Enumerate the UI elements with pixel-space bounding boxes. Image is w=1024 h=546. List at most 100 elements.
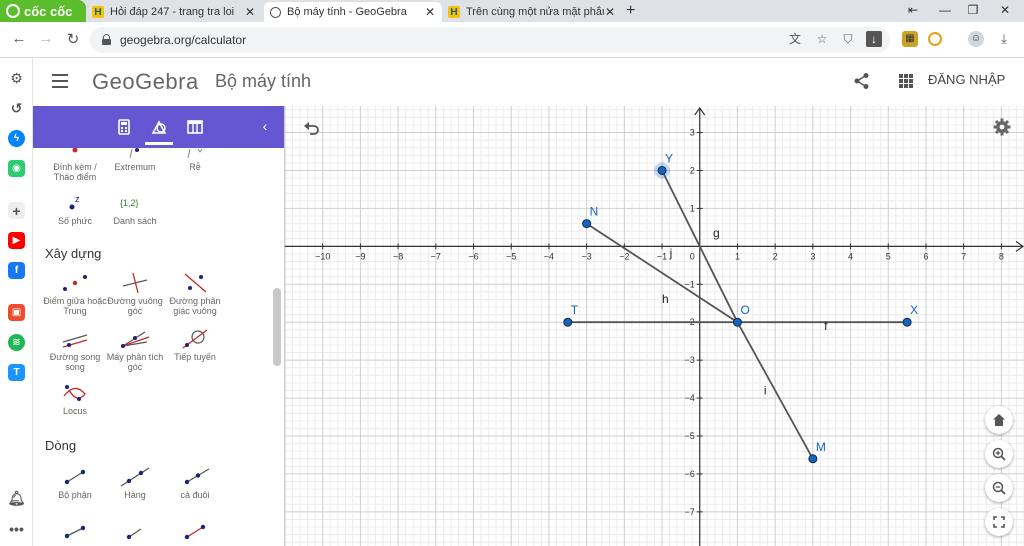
graphics-view[interactable]: −10 −9 −8 −7 −6 −5 −4 −3 −2 −1 1 2 3 4 5 6 7 8 −7 −6 −5 −4 −3−…: [285, 106, 1024, 546]
history-icon[interactable]: ↺: [8, 100, 25, 117]
x-tick-label: 2: [773, 251, 778, 261]
tool-panel-scrollbar[interactable]: [273, 288, 281, 366]
zoom-out-button[interactable]: [985, 474, 1013, 502]
browser-brand[interactable]: cốc cốc: [0, 0, 86, 22]
apps-grid-icon[interactable]: [899, 74, 913, 88]
segment-icon: [64, 469, 86, 485]
facebook-icon[interactable]: f: [8, 262, 25, 279]
download-extension-icon[interactable]: ↓: [866, 31, 882, 47]
point-T: [563, 317, 573, 327]
point-label-O: O: [740, 303, 749, 317]
browser-brand-label: cốc cốc: [24, 3, 73, 19]
tool-perpendicular-bisector[interactable]: Đường phân giác vuông: [163, 272, 227, 316]
spotify-icon[interactable]: ≋: [8, 334, 25, 351]
star-icon[interactable]: ☆: [814, 31, 830, 47]
graph-canvas[interactable]: −10 −9 −8 −7 −6 −5 −4 −3 −2 −1 1 2 3 4 5 6 7 8−7−6−5−4−3−…: [285, 106, 1024, 546]
tool-list-item[interactable]: {1,2} Danh sách: [103, 192, 167, 226]
geometry-tools-icon[interactable]: [150, 118, 168, 136]
back-icon[interactable]: ←: [10, 30, 28, 47]
reload-icon[interactable]: ↻: [64, 30, 82, 48]
zoom-in-button[interactable]: [985, 440, 1013, 468]
tool-parallel-line[interactable]: Đường song song: [43, 328, 107, 372]
tool-vector-from-point[interactable]: [163, 522, 227, 546]
tool-segment[interactable]: Bộ phận: [43, 466, 107, 500]
settings-gear-icon[interactable]: ⚙: [8, 70, 25, 87]
settings-gear-icon[interactable]: [993, 118, 1011, 136]
window-close-icon[interactable]: ✕: [996, 3, 1014, 17]
segment-label-i: i: [764, 383, 767, 397]
angle-bisector-icon: [121, 331, 150, 348]
point-label-X: X: [910, 303, 918, 317]
tiki-icon[interactable]: T: [8, 364, 25, 381]
tool-angle-bisector[interactable]: Máy phân tích góc: [103, 328, 167, 372]
tab-title: Trên cùng một nửa mặt phẳng: [466, 6, 604, 18]
x-tick-label: −10: [315, 251, 330, 261]
x-tick-label: −1: [657, 251, 667, 261]
close-tab-icon[interactable]: ✕: [424, 5, 436, 19]
coccoc-extension-icon[interactable]: [928, 32, 942, 46]
tool-line[interactable]: Hàng: [103, 466, 167, 500]
menu-icon[interactable]: [52, 74, 68, 88]
tool-vector[interactable]: [103, 522, 167, 546]
shield-icon[interactable]: ⛉: [840, 31, 856, 47]
tool-extremum[interactable]: Extremum: [103, 148, 167, 172]
tab-search-icon[interactable]: ⇤: [904, 3, 922, 17]
game-icon[interactable]: ◉: [8, 160, 25, 177]
table-icon[interactable]: [186, 118, 204, 136]
downloads-icon[interactable]: ⤓: [996, 31, 1012, 47]
forward-icon[interactable]: →: [37, 30, 55, 47]
point-label-Y: Y: [665, 151, 673, 165]
close-tab-icon[interactable]: ✕: [244, 5, 256, 19]
translate-icon[interactable]: 文: [787, 31, 803, 47]
extremum-icon: [129, 148, 139, 159]
coccoc-logo-icon: [6, 4, 20, 18]
fullscreen-button[interactable]: [985, 508, 1013, 536]
add-app-icon[interactable]: +: [8, 202, 25, 219]
point-label-T: T: [571, 303, 579, 317]
calculator-icon[interactable]: [115, 118, 133, 136]
omnibox[interactable]: geogebra.org/calculator 文 ☆ ⛉ ↓: [90, 27, 890, 53]
tool-complex-number[interactable]: z Số phức: [43, 192, 107, 226]
profile-avatar[interactable]: ☺: [968, 31, 984, 47]
extension-icon[interactable]: ▦: [902, 31, 918, 47]
tool-attach-detach[interactable]: Đính kèm / Tháo điểm: [43, 148, 107, 182]
h-icon: H: [448, 6, 460, 18]
geogebra-logo[interactable]: GeoGebra: [92, 69, 199, 95]
youtube-icon[interactable]: ▶: [8, 232, 25, 249]
segment-label-g: g: [713, 226, 720, 240]
tool-segment-length[interactable]: [43, 522, 107, 546]
undo-icon[interactable]: [303, 120, 321, 138]
url-text[interactable]: geogebra.org/calculator: [120, 33, 246, 47]
locus-icon: [63, 385, 86, 401]
x-tick-label: 7: [961, 251, 966, 261]
y-tick-label: −4: [684, 393, 694, 403]
restore-icon[interactable]: ❐: [964, 3, 982, 17]
tool-ray[interactable]: cả đuôi: [163, 466, 227, 500]
close-tab-icon[interactable]: ✕: [604, 5, 616, 19]
home-button[interactable]: [985, 406, 1013, 434]
x-tick-label: 6: [923, 251, 928, 261]
more-icon[interactable]: •••: [8, 520, 25, 537]
signin-button[interactable]: ĐĂNG NHẬP: [928, 72, 1005, 87]
minimize-icon[interactable]: —: [936, 3, 954, 17]
x-tick-label: −7: [431, 251, 441, 261]
tab-hoidap[interactable]: H Hỏi đáp 247 - trang tra loi ✕: [86, 2, 262, 22]
lock-icon[interactable]: [102, 34, 111, 45]
shopee-icon[interactable]: ▣: [8, 304, 25, 321]
tool-roots[interactable]: Rễ: [163, 148, 227, 172]
new-tab-button[interactable]: +: [626, 2, 635, 20]
tool-perpendicular[interactable]: Đường vuông góc: [103, 272, 167, 316]
tab-geogebra[interactable]: Bộ máy tính - GeoGebra ✕: [264, 2, 442, 22]
share-icon[interactable]: [853, 72, 871, 90]
messenger-icon[interactable]: ϟ: [8, 130, 25, 147]
collapse-panel-icon[interactable]: ‹: [257, 118, 273, 134]
notification-bell-icon[interactable]: 🔔︎: [8, 490, 26, 507]
point-label-N: N: [590, 205, 599, 219]
x-tick-label: −8: [393, 251, 403, 261]
tool-locus[interactable]: Locus: [43, 382, 107, 416]
tool-midpoint[interactable]: Điểm giữa hoặc Trung: [43, 272, 107, 316]
point-N: [582, 219, 592, 229]
y-tick-label: −3: [684, 355, 694, 365]
tab-trencung[interactable]: H Trên cùng một nửa mặt phẳng ✕: [442, 2, 622, 22]
tool-tangents[interactable]: Tiếp tuyến: [163, 328, 227, 362]
